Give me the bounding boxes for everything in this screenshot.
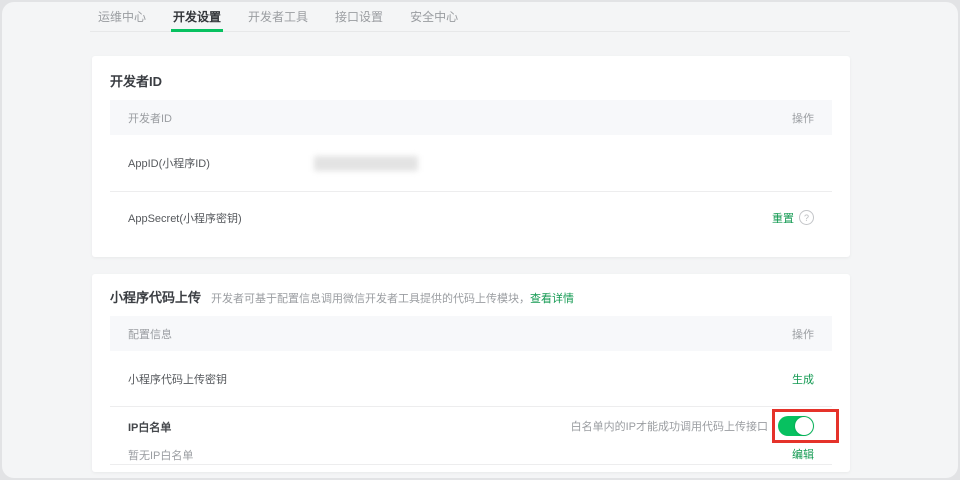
view-details-link[interactable]: 查看详情 <box>530 293 574 305</box>
appsecret-label: AppSecret(小程序密钥) <box>128 210 242 226</box>
code-upload-description: 开发者可基于配置信息调用微信开发者工具提供的代码上传模块，查看详情 <box>211 290 574 306</box>
reset-appsecret-link[interactable]: 重置 <box>772 210 794 226</box>
config-action-header: 操作 <box>792 326 814 342</box>
toggle-knob <box>795 417 813 435</box>
developer-id-card: 开发者ID 开发者ID 操作 AppID(小程序ID) AppSecret(小程… <box>92 56 850 257</box>
appid-label: AppID(小程序ID) <box>128 155 210 171</box>
code-upload-title-row: 小程序代码上传 开发者可基于配置信息调用微信开发者工具提供的代码上传模块，查看详… <box>110 274 832 306</box>
generate-key-link[interactable]: 生成 <box>792 371 814 387</box>
ip-whitelist-toggle[interactable] <box>778 416 814 436</box>
ip-whitelist-hint: 白名单内的IP才能成功调用代码上传接口 <box>571 418 768 434</box>
tab-security-center[interactable]: 安全中心 <box>410 2 458 31</box>
appid-row: AppID(小程序ID) <box>110 135 832 191</box>
developer-id-header-name: 开发者ID <box>128 110 172 126</box>
upload-key-row: 小程序代码上传密钥 生成 <box>110 351 832 406</box>
question-circle-icon[interactable]: ? <box>799 210 814 225</box>
tab-developer-tools[interactable]: 开发者工具 <box>248 2 308 31</box>
ip-whitelist-label: IP白名单 <box>128 419 193 435</box>
tab-operations-center[interactable]: 运维中心 <box>98 2 146 31</box>
tab-api-settings[interactable]: 接口设置 <box>335 2 383 31</box>
code-upload-card: 小程序代码上传 开发者可基于配置信息调用微信开发者工具提供的代码上传模块，查看详… <box>92 274 850 472</box>
tab-development-settings[interactable]: 开发设置 <box>173 2 221 31</box>
appid-value-redacted <box>314 156 418 171</box>
ip-whitelist-row: IP白名单 暂无IP白名单 白名单内的IP才能成功调用代码上传接口 编辑 <box>110 407 832 464</box>
developer-id-table-header: 开发者ID 操作 <box>110 100 832 135</box>
code-upload-title: 小程序代码上传 <box>110 287 201 306</box>
upload-key-label: 小程序代码上传密钥 <box>128 371 227 387</box>
appsecret-row: AppSecret(小程序密钥) 重置 ? <box>110 192 832 243</box>
developer-id-header-action: 操作 <box>792 110 814 126</box>
config-info-header: 配置信息 <box>128 326 172 342</box>
row-divider <box>110 464 832 465</box>
mini-program-admin-console: { "colors": { "link_green": "#139a52", "… <box>0 0 960 480</box>
settings-page: 运维中心 开发设置 开发者工具 接口设置 安全中心 开发者ID 开发者ID 操作… <box>2 2 958 478</box>
developer-id-title: 开发者ID <box>110 56 832 90</box>
code-upload-table-header: 配置信息 操作 <box>110 316 832 351</box>
ip-whitelist-empty-text: 暂无IP白名单 <box>128 447 193 463</box>
top-tabbar: 运维中心 开发设置 开发者工具 接口设置 安全中心 <box>90 2 850 32</box>
edit-whitelist-link[interactable]: 编辑 <box>792 446 814 462</box>
code-upload-description-text: 开发者可基于配置信息调用微信开发者工具提供的代码上传模块， <box>211 293 530 305</box>
